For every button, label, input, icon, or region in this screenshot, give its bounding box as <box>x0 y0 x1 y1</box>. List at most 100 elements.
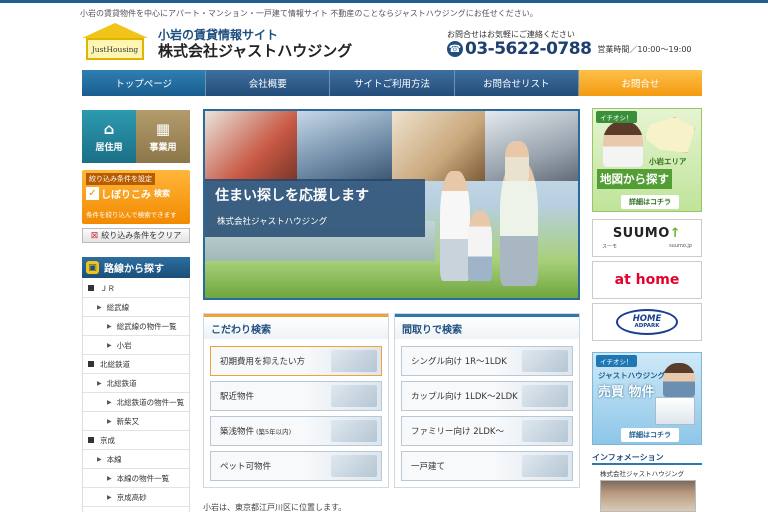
hero-photo-tower <box>297 111 392 181</box>
search-family-button[interactable]: ファミリー向け 2LDK～ <box>401 416 573 446</box>
option-thumbnail <box>331 350 377 372</box>
route-item[interactable]: ▶ 北総鉄道の物件一覧 <box>83 393 189 412</box>
search-single-button[interactable]: シングル向け 1R～1LDK <box>401 346 573 376</box>
arrow-up-icon: ↑ <box>669 226 682 241</box>
hero-company: 株式会社ジャストハウジング <box>217 217 328 227</box>
route-item[interactable]: ▶ 新柴又 <box>83 412 189 431</box>
family-figure <box>468 211 492 281</box>
train-icon: ▣ <box>86 261 99 274</box>
option-thumbnail <box>522 420 568 442</box>
search-couple-button[interactable]: カップル向け 1LDK～2LDK <box>401 381 573 411</box>
square-bullet-icon <box>88 437 94 443</box>
map-banner-title: 地図から探す <box>597 169 672 189</box>
nav-contact[interactable]: お問合せ <box>578 70 703 96</box>
hero-catchcopy: 住まい探しを応援します <box>215 188 369 204</box>
search-near-station-button[interactable]: 駅近物件 <box>210 381 382 411</box>
narrow-search-sub: 条件を絞り込んで検索できます <box>86 211 177 219</box>
option-thumbnail <box>331 420 377 442</box>
kodawari-search-panel: こだわり検索 初期費用を抑えたい方 駅近物件 築浅物件 (築5年以内) ペット可物… <box>203 313 389 488</box>
staff-photo <box>603 121 643 167</box>
tab-business[interactable]: ▦ 事業用 <box>136 110 190 163</box>
option-thumbnail <box>331 455 377 477</box>
option-thumbnail <box>331 385 377 407</box>
search-option-label: ペット可物件 <box>220 462 272 472</box>
site-logo[interactable]: JustHousing <box>82 23 148 60</box>
storefront-photo <box>600 480 696 512</box>
clear-conditions-button[interactable]: ⊠ 絞り込み条件をクリア <box>82 228 190 243</box>
nav-how-to-use[interactable]: サイトご利用方法 <box>330 70 455 96</box>
family-figure <box>505 141 529 181</box>
recommend-badge: イチオシ！ <box>596 355 637 367</box>
search-option-label: ファミリー向け 2LDK～ <box>411 427 504 437</box>
area-intro-text: 小岩は、東京都江戸川区に位置します。 <box>203 503 347 512</box>
logo-text: JustHousing <box>91 44 139 54</box>
sale-property-banner[interactable]: イチオシ！ ジャストハウジング 売買 物件 詳細はコチラ <box>592 352 702 445</box>
route-search-title: 路線から探す <box>104 264 164 275</box>
square-bullet-icon <box>88 361 94 367</box>
triangle-right-icon: ▶ <box>107 417 112 425</box>
house-icon: ⌂ <box>103 120 115 138</box>
staff-photo <box>663 363 695 397</box>
tab-residential[interactable]: ⌂ 居住用 <box>82 110 136 163</box>
suumo-banner[interactable]: SUUMO↑ スーモ suumo.jp <box>592 219 702 257</box>
triangle-right-icon: ▶ <box>97 379 102 387</box>
option-thumbnail <box>522 350 568 372</box>
square-bullet-icon <box>88 285 94 291</box>
narrow-search-head: 絞り込み条件を設定 <box>86 173 155 185</box>
homes-banner[interactable]: HOME ADPARK <box>592 303 702 341</box>
hero-photo-interior <box>205 111 297 181</box>
map-icon <box>645 117 695 153</box>
madori-search-panel: 間取りで検索 シングル向け 1R～1LDK カップル向け 1LDK～2LDK フ… <box>394 313 580 488</box>
route-item-label: 本線 <box>106 454 122 464</box>
search-option-label: カップル向け 1LDK～2LDK <box>411 392 518 402</box>
route-item-label: 本線の物件一覧 <box>116 473 170 483</box>
nav-inquiry-list[interactable]: お問合せリスト <box>454 70 579 96</box>
route-item[interactable]: ▶ 北総鉄道 <box>83 374 189 393</box>
close-icon: ⊠ <box>90 230 99 241</box>
madori-search-title: 間取りで検索 <box>395 314 579 339</box>
search-option-label: 初期費用を抑えたい方 <box>220 357 306 367</box>
sale-banner-company: ジャストハウジング <box>598 371 666 380</box>
map-search-banner[interactable]: イチオシ！ 小岩エリア 地図から探す 詳細はコチラ <box>592 108 702 212</box>
search-new-build-button[interactable]: 築浅物件 (築5年以内) <box>210 416 382 446</box>
hero-banner: 住まい探しを応援します 株式会社ジャストハウジング <box>203 109 580 300</box>
route-item[interactable]: ▶ 総武線の物件一覧 <box>83 317 189 336</box>
map-banner-more-button[interactable]: 詳細はコチラ <box>621 195 679 209</box>
route-item[interactable]: 京成 <box>83 431 189 450</box>
kodawari-search-title: こだわり検索 <box>204 314 388 339</box>
search-detached-house-button[interactable]: 一戸建て <box>401 451 573 481</box>
homes-logo: HOME ADPARK <box>616 309 678 335</box>
hero-family-image <box>440 141 570 291</box>
suumo-sub-right: suumo.jp <box>669 243 692 249</box>
sale-banner-more-button[interactable]: 詳細はコチラ <box>621 428 679 442</box>
search-pet-ok-button[interactable]: ペット可物件 <box>210 451 382 481</box>
property-kind-tabs: ⌂ 居住用 ▦ 事業用 <box>82 110 190 163</box>
homes-logo-line1: HOME <box>632 313 662 324</box>
nav-top-page[interactable]: トップページ <box>82 70 207 96</box>
route-item[interactable]: ▶ 本線の物件一覧 <box>83 469 189 488</box>
phone-icon: ☎ <box>447 41 463 57</box>
athome-banner[interactable]: at home <box>592 261 702 299</box>
route-item-label: 小岩 <box>116 340 132 350</box>
route-item[interactable]: ▶ 本線 <box>83 450 189 469</box>
route-item-label: 京成高砂 <box>116 492 147 502</box>
route-item[interactable]: ▶ 小岩 <box>83 336 189 355</box>
site-tagline: 小岩の賃貸物件を中心にアパート・マンション・一戸建て情報サイト 不動産のことなら… <box>80 9 538 18</box>
route-search-heading: ▣ 路線から探す <box>82 257 190 278</box>
business-hours: 営業時間／10:00～19:00 <box>597 44 692 54</box>
phone-number[interactable]: 03-5622-0788 <box>465 39 592 59</box>
route-item[interactable]: ＪＲ <box>83 279 189 298</box>
search-low-initial-cost-button[interactable]: 初期費用を抑えたい方 <box>210 346 382 376</box>
suumo-logo-text: SUUMO <box>612 226 670 241</box>
route-item[interactable]: 北総鉄道 <box>83 355 189 374</box>
information-heading: インフォメーション <box>592 452 702 465</box>
narrow-search-button[interactable]: 絞り込み条件を設定 ✓ しぼりこみ 検索 条件を絞り込んで検索できます <box>82 170 190 224</box>
route-item[interactable]: ▶ 総武線 <box>83 298 189 317</box>
route-item[interactable]: ▶ 京成高砂 <box>83 488 189 507</box>
site-name: 株式会社ジャストハウジング <box>158 42 353 60</box>
logo-roof-icon <box>82 23 148 38</box>
nav-company[interactable]: 会社概要 <box>206 70 331 96</box>
narrow-search-title-suffix: 検索 <box>154 189 170 198</box>
building-icon: ▦ <box>155 120 171 138</box>
triangle-right-icon: ▶ <box>107 341 112 349</box>
